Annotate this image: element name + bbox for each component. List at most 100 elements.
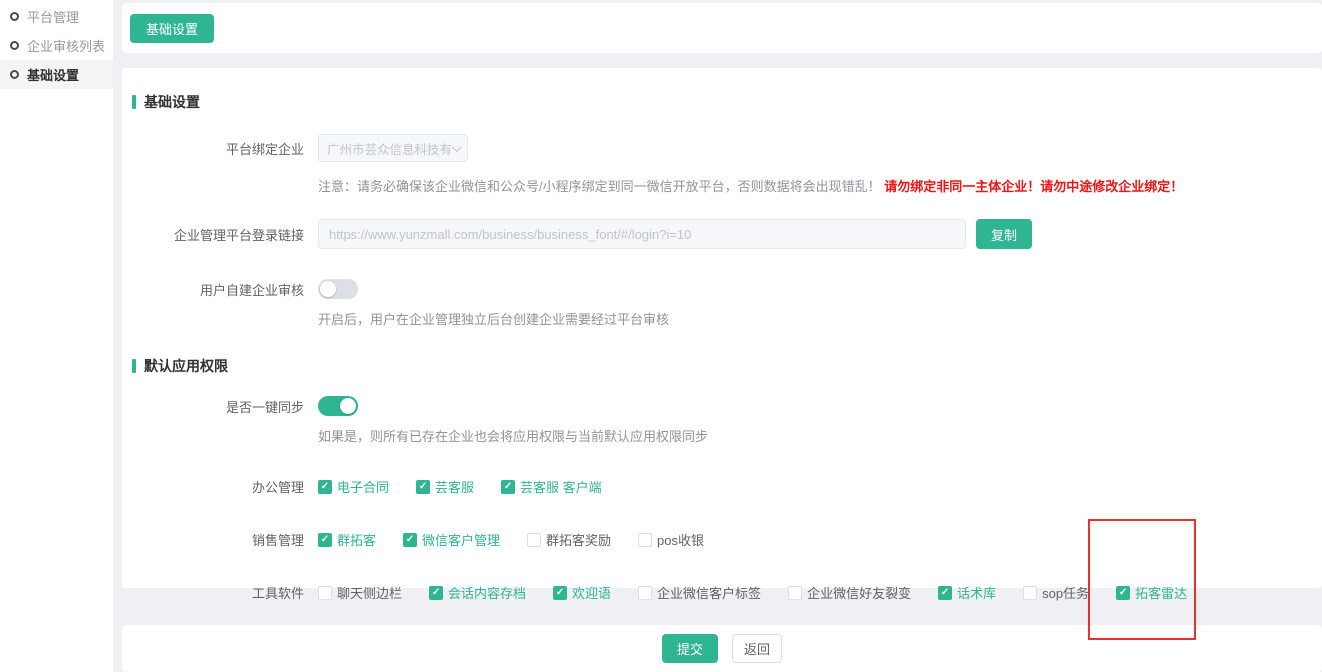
permission-groups: 办公管理 ✓ 电子合同 ✓ 芸客服 ✓ 芸客服 客户端销售管理 ✓ 群拓客 ✓ 微信客户管理 ✓ 群拓客… <box>122 477 1322 602</box>
checkbox-option[interactable]: ✓ 群拓客奖励 <box>527 530 611 549</box>
check-icon: ✓ <box>321 535 329 545</box>
group-label: 销售管理 <box>132 530 304 549</box>
sidebar-item-0[interactable]: 平台管理 <box>0 2 113 31</box>
user-create-audit-label: 用户自建企业审核 <box>132 280 304 299</box>
permission-group-row: 销售管理 ✓ 群拓客 ✓ 微信客户管理 ✓ 群拓客奖励 ✓ pos收银 <box>132 530 1322 549</box>
user-create-audit-row: 用户自建企业审核 <box>132 279 1322 299</box>
bind-company-note: 注意：请务必确保该企业微信和公众号/小程序绑定到同一微信开放平台，否则数据将会出… <box>318 176 1322 195</box>
group-options: ✓ 群拓客 ✓ 微信客户管理 ✓ 群拓客奖励 ✓ pos收银 <box>318 530 731 549</box>
checkbox-option[interactable]: ✓ 群拓客 <box>318 530 376 549</box>
group-options: ✓ 电子合同 ✓ 芸客服 ✓ 芸客服 客户端 <box>318 477 629 496</box>
login-link-row: 企业管理平台登录链接 复制 <box>132 219 1322 249</box>
check-icon: ✓ <box>432 588 440 598</box>
checkbox-option[interactable]: ✓ 拓客雷达 <box>1116 583 1187 602</box>
group-options: ✓聊天侧边栏✓会话内容存档✓欢迎语✓企业微信客户标签✓企业微信好友裂变✓话术库✓… <box>318 583 1214 602</box>
section-accent-bar <box>132 95 136 109</box>
copy-button[interactable]: 复制 <box>976 219 1032 249</box>
checkbox-label: 企业微信客户标签 <box>657 583 761 602</box>
sidebar-item-2[interactable]: 基础设置 <box>0 60 113 89</box>
chevron-down-icon <box>452 142 462 152</box>
checkbox-option[interactable]: ✓会话内容存档 <box>429 583 526 602</box>
unchecked-checkbox-icon: ✓ <box>638 533 652 547</box>
check-icon: ✓ <box>406 535 414 545</box>
checkbox-label: 微信客户管理 <box>422 530 500 549</box>
login-link-input[interactable] <box>318 219 966 249</box>
sidebar-item-1[interactable]: 企业审核列表 <box>0 31 113 60</box>
circle-icon <box>10 12 19 21</box>
checkbox-label: 芸客服 <box>435 477 474 496</box>
checkbox-label: pos收银 <box>657 530 704 549</box>
checkbox-option[interactable]: ✓ 企业微信客户标签 <box>638 583 761 602</box>
checked-checkbox-icon: ✓ <box>429 586 443 600</box>
checkbox-label: 电子合同 <box>337 477 389 496</box>
checked-checkbox-icon: ✓ <box>1116 586 1130 600</box>
section-accent-bar <box>132 359 136 373</box>
checkbox-label: 欢迎语 <box>572 583 611 602</box>
section-title-text: 默认应用权限 <box>144 356 228 376</box>
tab-basic-settings[interactable]: 基础设置 <box>130 14 214 43</box>
sidebar: 平台管理企业审核列表基础设置 <box>0 0 113 672</box>
checked-checkbox-icon: ✓ <box>318 533 332 547</box>
section-default-perms: 默认应用权限 <box>132 356 1322 376</box>
user-create-audit-toggle[interactable] <box>318 279 358 299</box>
checked-checkbox-icon: ✓ <box>553 586 567 600</box>
checkbox-option[interactable]: ✓ 电子合同 <box>318 477 389 496</box>
unchecked-checkbox-icon: ✓ <box>527 533 541 547</box>
checkbox-option[interactable]: ✓ 芸客服 客户端 <box>501 477 602 496</box>
permission-group-row: 办公管理 ✓ 电子合同 ✓ 芸客服 ✓ 芸客服 客户端 <box>132 477 1322 496</box>
note-red-text: 请勿绑定非同一主体企业！请勿中途修改企业绑定！ <box>884 179 1183 194</box>
one-key-sync-label: 是否一键同步 <box>132 397 304 416</box>
user-create-audit-help: 开启后，用户在企业管理独立后台创建企业需要经过平台审核 <box>318 309 1322 328</box>
main-area: 基础设置 基础设置 平台绑定企业 广州市芸众信息科技有限公 注意：请务必确保该企… <box>122 0 1322 672</box>
checkbox-option[interactable]: ✓ 欢迎语 <box>553 583 611 602</box>
sidebar-item-label: 企业审核列表 <box>27 36 105 55</box>
tabs-bar: 基础设置 <box>122 3 1322 53</box>
checked-checkbox-icon: ✓ <box>416 480 430 494</box>
bind-company-label: 平台绑定企业 <box>132 139 304 158</box>
checkbox-option[interactable]: ✓ sop任务 <box>1023 583 1089 602</box>
group-label: 工具软件 <box>132 583 304 602</box>
bind-company-value: 广州市芸众信息科技有限公 <box>327 139 452 158</box>
checkbox-label: 群拓客 <box>337 530 376 549</box>
circle-icon <box>10 70 19 79</box>
check-icon: ✓ <box>556 588 564 598</box>
one-key-sync-help: 如果是，则所有已存在企业也会将应用权限与当前默认应用权限同步 <box>318 426 1322 445</box>
checkbox-label: 群拓客奖励 <box>546 530 611 549</box>
toggle-knob <box>320 281 336 297</box>
checkbox-option[interactable]: ✓企业微信好友裂变 <box>788 583 911 602</box>
sidebar-item-label: 平台管理 <box>27 7 79 26</box>
unchecked-checkbox-icon: ✓ <box>788 586 802 600</box>
check-icon: ✓ <box>1119 588 1127 598</box>
sidebar-item-label: 基础设置 <box>27 65 79 84</box>
check-icon: ✓ <box>941 588 949 598</box>
sidebar-menu: 平台管理企业审核列表基础设置 <box>0 2 113 89</box>
one-key-sync-toggle[interactable] <box>318 396 358 416</box>
group-label: 办公管理 <box>132 477 304 496</box>
unchecked-checkbox-icon: ✓ <box>1023 586 1037 600</box>
toggle-knob <box>340 398 356 414</box>
circle-icon <box>10 41 19 50</box>
bind-company-select[interactable]: 广州市芸众信息科技有限公 <box>318 134 468 162</box>
footer-bar: 提交 返回 <box>122 625 1322 672</box>
checkbox-label: 拓客雷达 <box>1135 583 1187 602</box>
checked-checkbox-icon: ✓ <box>501 480 515 494</box>
unchecked-checkbox-icon: ✓ <box>318 586 332 600</box>
unchecked-checkbox-icon: ✓ <box>638 586 652 600</box>
login-link-label: 企业管理平台登录链接 <box>132 225 304 244</box>
checkbox-option[interactable]: ✓聊天侧边栏 <box>318 583 402 602</box>
checkbox-option[interactable]: ✓ 微信客户管理 <box>403 530 500 549</box>
checkbox-option[interactable]: ✓ 芸客服 <box>416 477 474 496</box>
checkbox-option[interactable]: ✓ pos收银 <box>638 530 704 549</box>
checkbox-label: sop任务 <box>1042 583 1089 602</box>
section-title-text: 基础设置 <box>144 92 200 112</box>
settings-card: 基础设置 平台绑定企业 广州市芸众信息科技有限公 注意：请务必确保该企业微信和公… <box>122 68 1322 588</box>
back-button[interactable]: 返回 <box>732 634 782 663</box>
checkbox-label: 芸客服 客户端 <box>520 477 602 496</box>
note-gray-text: 注意：请务必确保该企业微信和公众号/小程序绑定到同一微信开放平台，否则数据将会出… <box>318 179 881 194</box>
checked-checkbox-icon: ✓ <box>318 480 332 494</box>
submit-button[interactable]: 提交 <box>662 634 718 663</box>
check-icon: ✓ <box>504 482 512 492</box>
checked-checkbox-icon: ✓ <box>938 586 952 600</box>
checkbox-option[interactable]: ✓话术库 <box>938 583 996 602</box>
bind-company-row: 平台绑定企业 广州市芸众信息科技有限公 <box>132 134 1322 162</box>
